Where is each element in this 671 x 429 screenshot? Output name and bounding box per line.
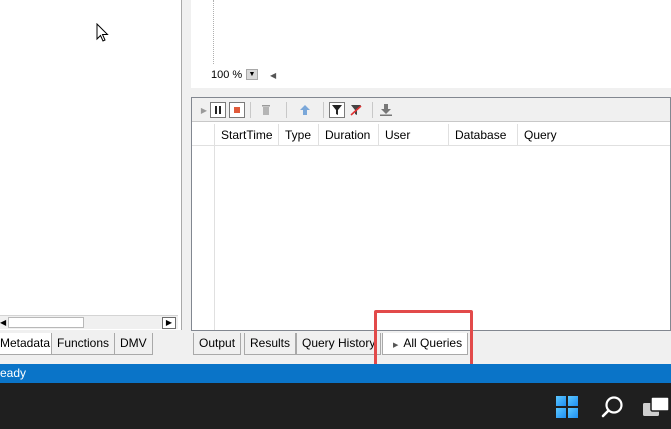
toolbar-separator	[372, 102, 373, 118]
column-header-starttime[interactable]: StartTime	[215, 124, 279, 146]
trash-icon[interactable]	[258, 102, 274, 118]
tab-metadata[interactable]: Metadata	[0, 333, 57, 355]
trace-toolbar: ▶	[192, 98, 670, 122]
download-icon[interactable]	[378, 102, 394, 118]
arrow-up-icon[interactable]	[297, 102, 313, 118]
pane-splitter[interactable]	[183, 0, 191, 356]
scroll-right-icon[interactable]: ▶	[162, 317, 176, 329]
grid-row-header-column	[192, 146, 215, 330]
tab-results[interactable]: Results	[244, 333, 297, 355]
trace-grid-header: StartTime Type Duration User Database Qu…	[192, 124, 670, 146]
column-header-duration[interactable]: Duration	[319, 124, 379, 146]
column-header-type[interactable]: Type	[279, 124, 319, 146]
tab-query-history[interactable]: Query History	[296, 333, 382, 355]
tab-dmv[interactable]: DMV	[114, 333, 153, 355]
status-text: eady	[0, 366, 27, 380]
zoom-level: 100 %	[211, 69, 243, 81]
stop-icon[interactable]	[229, 102, 245, 118]
column-header-user[interactable]: User	[379, 124, 449, 146]
column-header-database[interactable]: Database	[449, 124, 518, 146]
scrollbar-thumb[interactable]	[8, 317, 84, 328]
toolbar-separator	[286, 102, 287, 118]
grid-row-header	[192, 124, 215, 146]
task-view-icon[interactable]	[641, 394, 671, 420]
windows-start-icon[interactable]	[556, 396, 578, 418]
scroll-left-icon[interactable]: ◀	[0, 318, 6, 327]
filter-icon[interactable]	[329, 102, 345, 118]
filter-clear-icon[interactable]	[348, 102, 364, 118]
tab-functions[interactable]: Functions	[51, 333, 116, 355]
editor-scroll-left-icon[interactable]: ◀	[270, 71, 276, 80]
mouse-pointer-icon	[96, 23, 109, 42]
editor-gutter-line	[213, 0, 214, 64]
query-editor[interactable]	[191, 0, 671, 88]
status-bar: eady	[0, 364, 671, 383]
zoom-dropdown-icon[interactable]: ▼	[246, 69, 258, 80]
toolbar-separator	[323, 102, 324, 118]
left-horizontal-scrollbar[interactable]: ◀ ▶	[0, 315, 178, 329]
column-header-query[interactable]: Query	[518, 124, 670, 146]
toolbar-separator	[250, 102, 251, 118]
metadata-pane[interactable]	[0, 0, 182, 330]
search-icon[interactable]	[600, 394, 626, 420]
pause-icon[interactable]	[210, 102, 226, 118]
tab-output[interactable]: Output	[193, 333, 242, 355]
